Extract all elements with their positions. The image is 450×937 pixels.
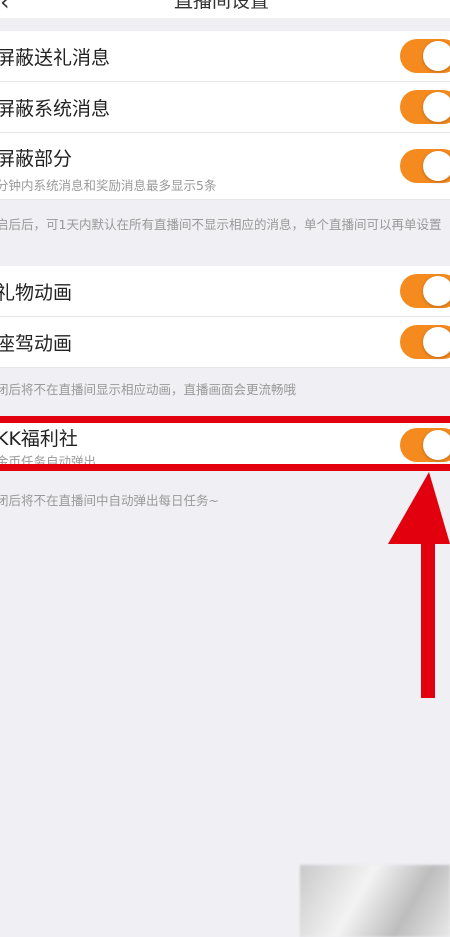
up-arrow-icon <box>388 472 450 698</box>
kk-welfare-toggle[interactable] <box>400 428 450 462</box>
section-note: 闭后将不在直播间显示相应动画，直播画面会更流畅哦 <box>0 382 297 397</box>
block-partial-toggle[interactable] <box>400 149 450 183</box>
blurred-watermark <box>300 865 450 937</box>
vehicle-animation-toggle[interactable] <box>400 325 450 359</box>
setting-label: 座驾动画 <box>0 333 73 355</box>
block-system-messages-toggle[interactable] <box>400 90 450 124</box>
setting-row-block-system-messages[interactable]: 屏蔽系统消息 <box>0 82 450 133</box>
setting-row-kk-welfare[interactable]: KK福利社 金币任务自动弹出 <box>0 419 450 469</box>
setting-row-vehicle-animation[interactable]: 座驾动画 <box>0 317 450 368</box>
toggle-knob <box>423 430 450 460</box>
section-note: 闭后将不在直播间中自动弹出每日任务~ <box>0 493 219 508</box>
setting-label: 礼物动画 <box>0 282 73 304</box>
setting-description: 分钟内系统消息和奖励消息最多显示5条 <box>0 178 217 193</box>
setting-row-block-gift-messages[interactable]: 屏蔽送礼消息 <box>0 31 450 82</box>
setting-label: 屏蔽部分 <box>0 148 73 170</box>
section-note: 启后后，可1天内默认在所有直播间不显示相应的消息，单个直播间可以再单设置 <box>0 217 442 232</box>
block-gift-messages-toggle[interactable] <box>400 39 450 73</box>
setting-label: KK福利社 <box>0 428 78 450</box>
back-icon[interactable]: ‹ <box>0 0 10 16</box>
toggle-knob <box>423 327 450 357</box>
toggle-knob <box>423 41 450 71</box>
top-navigation-bar: ‹ 直播间设置 <box>0 0 450 18</box>
setting-label: 屏蔽送礼消息 <box>0 47 111 69</box>
toggle-knob <box>423 151 450 181</box>
toggle-knob <box>423 276 450 306</box>
setting-label: 屏蔽系统消息 <box>0 98 111 120</box>
setting-description: 金币任务自动弹出 <box>0 454 97 469</box>
setting-row-gift-animation[interactable]: 礼物动画 <box>0 266 450 317</box>
toggle-knob <box>423 92 450 122</box>
gift-animation-toggle[interactable] <box>400 274 450 308</box>
setting-row-block-partial[interactable]: 屏蔽部分 分钟内系统消息和奖励消息最多显示5条 <box>0 133 450 200</box>
page-title: 直播间设置 <box>174 0 270 12</box>
